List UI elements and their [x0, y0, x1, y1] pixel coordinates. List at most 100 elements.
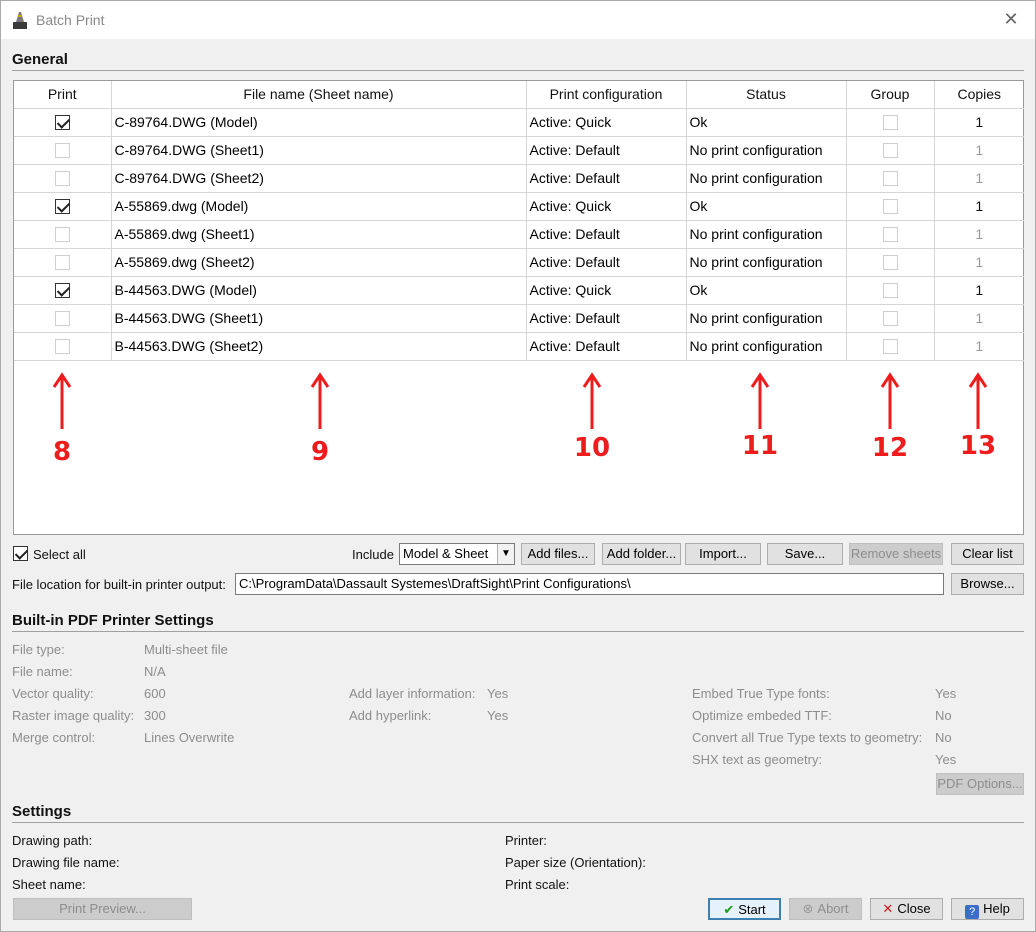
help-button[interactable]: ? Help — [951, 898, 1024, 920]
pdf-convert-ttf-value: No — [935, 730, 952, 745]
status-cell: No print configuration — [686, 164, 847, 193]
include-label: Include — [352, 547, 394, 562]
drawing-path-label: Drawing path: — [12, 833, 93, 848]
settings-rule — [12, 822, 1024, 823]
settings-heading: Settings — [12, 803, 72, 820]
column-header-status[interactable]: Status — [686, 81, 847, 109]
table-row[interactable]: B-44563.DWG (Sheet1) Active: Default No pr… — [14, 304, 1024, 333]
table-row[interactable]: C-89764.DWG (Model) Active: Quick Ok 1 — [14, 108, 1024, 137]
group-cell — [846, 164, 935, 193]
add-files-button[interactable]: Add files... — [521, 543, 595, 565]
print-checkbox[interactable] — [54, 171, 70, 187]
group-checkbox[interactable] — [882, 283, 898, 299]
group-cell — [846, 220, 935, 249]
pdf-optimize-ttf-label: Optimize embeded TTF: — [692, 708, 832, 723]
column-header-print-configuration[interactable]: Print configuration — [526, 81, 687, 109]
print-checkbox[interactable] — [54, 339, 70, 355]
group-checkbox[interactable] — [882, 115, 898, 131]
table-row[interactable]: B-44563.DWG (Model) Active: Quick Ok 1 — [14, 276, 1024, 305]
select-all-label: Select all — [33, 547, 86, 562]
pdf-add-layer-value: Yes — [487, 686, 509, 701]
print-configuration-cell: Active: Default — [526, 332, 687, 361]
group-checkbox[interactable] — [882, 143, 898, 159]
print-configuration-cell: Active: Quick — [526, 276, 687, 305]
status-cell: No print configuration — [686, 136, 847, 165]
table-row[interactable]: B-44563.DWG (Sheet2) Active: Default No pr… — [14, 332, 1024, 361]
table-row[interactable]: A-55869.dwg (Sheet2) Active: Default No pr… — [14, 248, 1024, 277]
pdf-file-type-value: Multi-sheet file — [144, 642, 228, 657]
column-header-file-name[interactable]: File name (Sheet name) — [111, 81, 527, 109]
table-row[interactable]: A-55869.dwg (Sheet1) Active: Default No pr… — [14, 220, 1024, 249]
file-name-cell: A-55869.dwg (Sheet1) — [111, 220, 527, 249]
print-checkbox[interactable] — [54, 311, 70, 327]
include-select[interactable]: Model & Sheet ▼ — [399, 543, 515, 565]
print-list-grid: Print File name (Sheet name) Print confi… — [13, 80, 1024, 535]
file-name-cell: C-89764.DWG (Model) — [111, 108, 527, 137]
pdf-shx-text-value: Yes — [935, 752, 957, 767]
pdf-options-button[interactable]: PDF Options... — [936, 773, 1024, 795]
column-header-copies[interactable]: Copies — [934, 81, 1024, 109]
print-checkbox[interactable] — [54, 227, 70, 243]
group-checkbox[interactable] — [882, 171, 898, 187]
group-checkbox[interactable] — [882, 339, 898, 355]
print-cell — [14, 136, 112, 165]
window-title: Batch Print — [36, 12, 105, 28]
pdf-embed-ttf-label: Embed True Type fonts: — [692, 686, 830, 701]
browse-button[interactable]: Browse... — [951, 573, 1024, 595]
copies-cell: 1 — [934, 304, 1024, 333]
pdf-vector-quality-label: Vector quality: — [12, 686, 94, 701]
close-icon: ✕ — [882, 901, 894, 916]
status-cell: No print configuration — [686, 332, 847, 361]
close-button[interactable]: ✕ Close — [870, 898, 943, 920]
file-name-cell: B-44563.DWG (Sheet2) — [111, 332, 527, 361]
pdf-raster-quality-value: 300 — [144, 708, 166, 723]
select-all-checkbox[interactable] — [13, 546, 28, 561]
file-location-label: File location for built-in printer outpu… — [12, 577, 226, 592]
import-button[interactable]: Import... — [685, 543, 761, 565]
print-preview-button[interactable]: Print Preview... — [13, 898, 192, 920]
pdf-merge-control-value: Lines Overwrite — [144, 730, 235, 745]
pdf-merge-control-label: Merge control: — [12, 730, 96, 745]
print-checkbox[interactable] — [54, 255, 70, 271]
general-rule — [12, 70, 1024, 71]
print-cell — [14, 108, 112, 137]
table-row[interactable]: C-89764.DWG (Sheet1) Active: Default No pr… — [14, 136, 1024, 165]
annotation-label-11: 11 — [741, 431, 779, 461]
pdf-settings-heading: Built-in PDF Printer Settings — [12, 612, 214, 629]
close-window-icon[interactable]: ✕ — [1001, 9, 1021, 29]
group-checkbox[interactable] — [882, 199, 898, 215]
file-location-input[interactable]: C:\ProgramData\Dassault Systemes\DraftSi… — [235, 573, 944, 595]
table-row[interactable]: C-89764.DWG (Sheet2) Active: Default No pr… — [14, 164, 1024, 193]
column-header-print[interactable]: Print — [14, 81, 112, 109]
copies-cell: 1 — [934, 276, 1024, 305]
pdf-add-hyperlink-value: Yes — [487, 708, 509, 723]
paper-size-label: Paper size (Orientation): — [505, 855, 646, 870]
add-folder-button[interactable]: Add folder... — [602, 543, 681, 565]
print-checkbox[interactable] — [54, 283, 70, 299]
status-cell: No print configuration — [686, 304, 847, 333]
abort-button[interactable]: ⊗ Abort — [789, 898, 862, 920]
annotation-label-10: 10 — [573, 433, 611, 463]
print-configuration-cell: Active: Quick — [526, 108, 687, 137]
table-row[interactable]: A-55869.dwg (Model) Active: Quick Ok 1 — [14, 192, 1024, 221]
remove-sheets-button[interactable]: Remove sheets — [849, 543, 943, 565]
status-cell: No print configuration — [686, 220, 847, 249]
group-checkbox[interactable] — [882, 227, 898, 243]
print-checkbox[interactable] — [54, 199, 70, 215]
group-cell — [846, 276, 935, 305]
print-checkbox[interactable] — [54, 143, 70, 159]
clear-list-button[interactable]: Clear list — [951, 543, 1024, 565]
print-checkbox[interactable] — [54, 115, 70, 131]
print-configuration-cell: Active: Default — [526, 136, 687, 165]
save-button[interactable]: Save... — [767, 543, 843, 565]
start-button[interactable]: ✔ Start — [708, 898, 781, 920]
group-cell — [846, 192, 935, 221]
column-header-group[interactable]: Group — [846, 81, 935, 109]
group-checkbox[interactable] — [882, 311, 898, 327]
print-cell — [14, 276, 112, 305]
draftsight-app-icon — [13, 12, 27, 29]
file-name-cell: B-44563.DWG (Model) — [111, 276, 527, 305]
copies-cell: 1 — [934, 192, 1024, 221]
group-checkbox[interactable] — [882, 255, 898, 271]
annotation-arrow-copies — [968, 372, 988, 429]
